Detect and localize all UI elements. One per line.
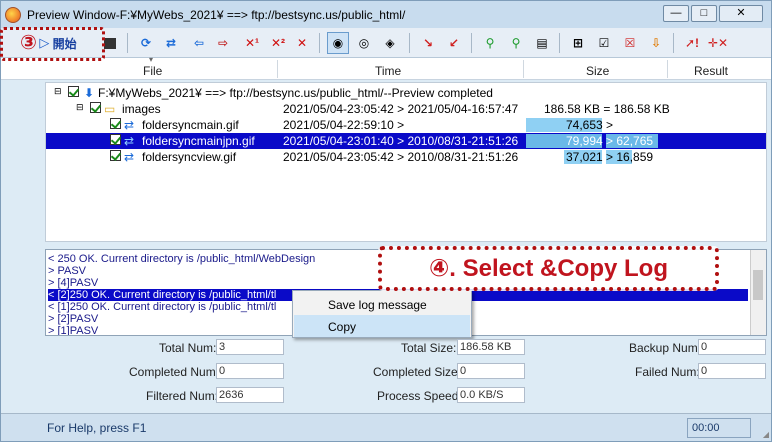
clock-panel: 00:00 bbox=[687, 418, 751, 438]
sync-arrow-icon: ⬇ bbox=[84, 86, 95, 100]
preview-window: Preview Window-F:¥MyWebs_2021¥ ==> ftp:/… bbox=[0, 0, 772, 442]
completed-size-label: Completed Size: bbox=[373, 365, 462, 379]
title-bar: Preview Window-F:¥MyWebs_2021¥ ==> ftp:/… bbox=[1, 1, 771, 28]
log-line[interactable]: > [1]PASV bbox=[48, 325, 98, 335]
check-down-icon[interactable]: ↙ bbox=[443, 32, 465, 54]
completed-size-value: 0 bbox=[457, 363, 525, 379]
total-num-label: Total Num: bbox=[159, 341, 217, 355]
file-tree: ⊟ ⬇ F:¥MyWebs_2021¥ ==> ftp://bestsync.u… bbox=[45, 82, 767, 242]
view-changed-icon[interactable]: ◎ bbox=[353, 32, 375, 54]
completed-num-label: Completed Num: bbox=[129, 365, 220, 379]
save-log-message-item[interactable]: Save log message bbox=[294, 293, 470, 315]
failed-num-label: Failed Num: bbox=[635, 365, 700, 379]
column-time[interactable]: Time bbox=[375, 64, 401, 78]
step-3-callout bbox=[0, 27, 105, 61]
arrow-right-icon[interactable]: ⇨ bbox=[213, 32, 233, 54]
delete-one-icon[interactable]: ✕¹ bbox=[241, 32, 263, 54]
delete-two-icon[interactable]: ✕² bbox=[267, 32, 289, 54]
row-checkbox[interactable] bbox=[90, 102, 101, 113]
refresh-icon[interactable]: ⟳ bbox=[136, 32, 156, 54]
status-bar: For Help, press F1 00:00 ◢ bbox=[1, 413, 771, 441]
maximize-button[interactable]: □ bbox=[691, 5, 717, 22]
tree-root[interactable]: ⊟ ⬇ F:¥MyWebs_2021¥ ==> ftp://bestsync.u… bbox=[46, 85, 766, 101]
total-size-label: Total Size: bbox=[401, 341, 457, 355]
filtered-num-label: Filtered Num: bbox=[146, 389, 219, 403]
context-menu: Save log message Copy bbox=[292, 290, 472, 338]
search-one-icon[interactable]: ⚲ bbox=[479, 32, 501, 54]
resize-grip-icon[interactable]: ◢ bbox=[763, 430, 769, 439]
view-all-icon[interactable]: ◉ bbox=[327, 32, 349, 54]
process-speed-label: Process Speed: bbox=[377, 389, 462, 403]
tree-row-selected[interactable]: ⇄ foldersyncmainjpn.gif 2021/05/04-23:01… bbox=[46, 133, 766, 149]
log-line[interactable]: < 250 OK. Current directory is /public_h… bbox=[48, 253, 315, 265]
search-two-icon[interactable]: ⚲ bbox=[505, 32, 527, 54]
help-text: For Help, press F1 bbox=[47, 421, 147, 435]
arrow-left-icon[interactable]: ⇦ bbox=[189, 32, 209, 54]
app-icon bbox=[5, 6, 21, 23]
copy-item[interactable]: Copy bbox=[294, 315, 470, 337]
folder-icon: ▭ bbox=[104, 102, 116, 116]
filtered-num-value: 2636 bbox=[216, 387, 284, 403]
check-up-icon[interactable]: ↘ bbox=[417, 32, 439, 54]
step-4-callout: ④. Select &Copy Log bbox=[378, 246, 719, 291]
view-filter-icon[interactable]: ◈ bbox=[379, 32, 401, 54]
file-swap-icon: ⇄ bbox=[124, 118, 135, 132]
log-line[interactable]: > PASV bbox=[48, 265, 86, 277]
tree-row[interactable]: ⊟ ▭ images 2021/05/04-23:05:42 > 2021/05… bbox=[46, 101, 766, 117]
window-title: Preview Window-F:¥MyWebs_2021¥ ==> ftp:/… bbox=[27, 7, 406, 22]
tree-row[interactable]: ⇄ foldersyncmain.gif 2021/05/04-22:59:10… bbox=[46, 117, 766, 133]
file-swap-icon: ⇄ bbox=[124, 150, 135, 164]
file-swap-icon: ⇄ bbox=[124, 134, 135, 148]
down-arrow-icon[interactable]: ⇩ bbox=[645, 32, 667, 54]
log-line[interactable]: > [2]PASV bbox=[48, 313, 98, 325]
column-file[interactable]: File bbox=[143, 64, 162, 78]
scroll-thumb[interactable] bbox=[753, 270, 763, 300]
toolbar: ▷ 開始 ⟳ ⇄ ⇦ ⇨ ✕¹ ✕² ✕ ◉ ◎ ◈ ↘ ↙ ⚲ ⚲ ▤ ⊞ ☑… bbox=[1, 28, 771, 58]
log-line[interactable]: > [4]PASV bbox=[48, 277, 98, 289]
column-header: File ▾ Time Size Result bbox=[1, 55, 771, 80]
log-line[interactable]: < [1]250 OK. Current directory is /publi… bbox=[48, 301, 276, 313]
tree-icon[interactable]: ⊞ bbox=[567, 32, 589, 54]
step-3-number: ③ bbox=[20, 32, 37, 54]
backup-num-value: 0 bbox=[698, 339, 766, 355]
sort-icon: ▾ bbox=[149, 55, 154, 64]
log-scrollbar[interactable] bbox=[750, 250, 766, 335]
close-button[interactable]: ✕ bbox=[719, 5, 763, 22]
row-checkbox[interactable] bbox=[110, 118, 121, 129]
total-num-value: 3 bbox=[216, 339, 284, 355]
tree-row[interactable]: ⇄ foldersyncview.gif 2021/05/04-23:05:42… bbox=[46, 149, 766, 165]
column-result[interactable]: Result bbox=[694, 64, 728, 78]
swap-icon[interactable]: ⇄ bbox=[161, 32, 181, 54]
row-checkbox[interactable] bbox=[110, 150, 121, 161]
document-icon[interactable]: ▤ bbox=[531, 32, 553, 54]
stop-icon bbox=[104, 37, 116, 49]
minimize-button[interactable]: — bbox=[663, 5, 689, 22]
alert-icon[interactable]: ➚! bbox=[681, 32, 703, 54]
delete-icon[interactable]: ✕ bbox=[293, 32, 311, 54]
check-all-icon[interactable]: ☑ bbox=[593, 32, 615, 54]
process-speed-value: 0.0 KB/S bbox=[457, 387, 525, 403]
cancel-icon[interactable]: ✛✕ bbox=[707, 32, 729, 54]
completed-num-value: 0 bbox=[216, 363, 284, 379]
total-size-value: 186.58 KB bbox=[457, 339, 525, 355]
collapse-icon: ⊟ bbox=[54, 86, 62, 96]
row-checkbox[interactable] bbox=[110, 134, 121, 145]
column-size[interactable]: Size bbox=[586, 64, 609, 78]
collapse-icon: ⊟ bbox=[76, 102, 84, 112]
backup-num-label: Backup Num: bbox=[629, 341, 702, 355]
failed-num-value: 0 bbox=[698, 363, 766, 379]
uncheck-icon[interactable]: ☒ bbox=[619, 32, 641, 54]
root-checkbox[interactable] bbox=[68, 86, 79, 97]
